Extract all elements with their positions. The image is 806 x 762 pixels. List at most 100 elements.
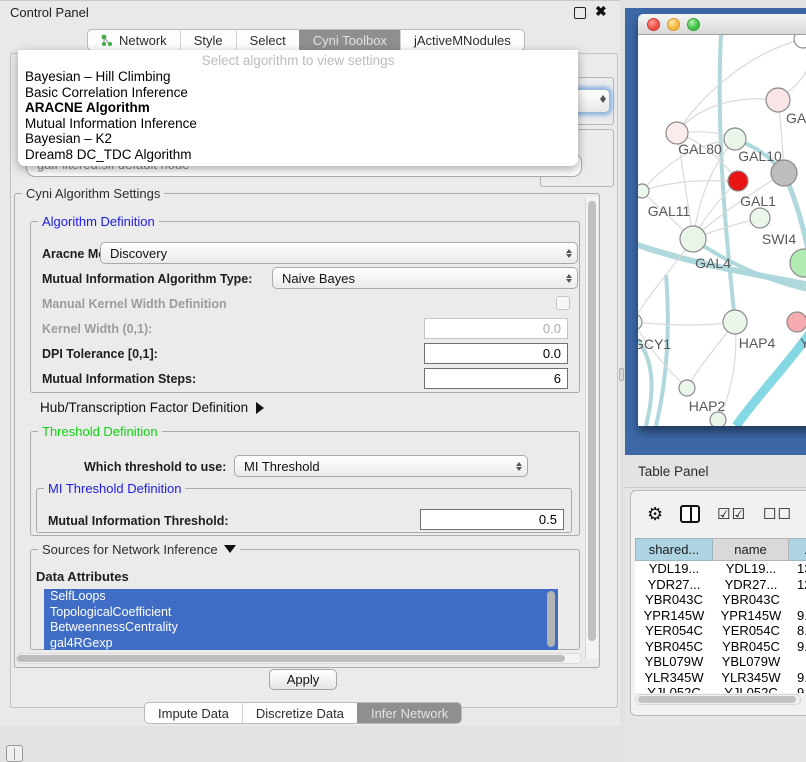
tab-label: Infer Network — [371, 706, 448, 721]
tab-jactivemnodules[interactable]: jActiveMNodules — [400, 30, 524, 50]
attribute-list-item[interactable]: TopologicalCoefficient — [44, 605, 558, 621]
table-row[interactable]: YJL052CYJL052C9 — [635, 685, 806, 693]
network-canvas[interactable]: GALGAL80GAL10GAL11GAL1SWI4GAL4GCY1HAP4YH… — [638, 35, 806, 426]
aracne-mode-combobox[interactable]: Discovery — [100, 242, 578, 264]
float-panel-icon[interactable] — [574, 7, 586, 19]
table-row[interactable]: YBL079WYBL079W — [635, 654, 806, 670]
algorithm-option[interactable]: ARACNE Algorithm — [18, 100, 578, 116]
tab-label: jActiveMNodules — [414, 33, 511, 48]
settings-gear-icon[interactable]: ⚙ — [647, 505, 663, 523]
table-horizontal-scrollbar[interactable] — [635, 694, 801, 705]
settings-horizontal-scrollbar[interactable] — [16, 653, 582, 664]
node-label: SWI4 — [762, 231, 796, 247]
table-cell: YDR27... — [713, 577, 789, 593]
apply-button[interactable]: Apply — [269, 669, 337, 690]
network-node[interactable] — [728, 171, 748, 191]
table-card: ⚙ ☑☑ ☐☐ shared... name A YDL19...YDL19..… — [630, 490, 806, 716]
deselect-all-checkbox-icon[interactable]: ☐☐ — [763, 505, 792, 523]
table-cell: 8. — [789, 623, 806, 639]
network-node[interactable] — [724, 128, 746, 150]
network-node[interactable] — [679, 380, 695, 396]
settings-vertical-scrollbar[interactable] — [585, 197, 598, 659]
algorithm-option[interactable]: Dream8 DC_TDC Algorithm — [18, 147, 578, 163]
tab-cyni-toolbox[interactable]: Cyni Toolbox — [299, 30, 400, 50]
attribute-list-item[interactable]: gal4RGexp — [44, 636, 558, 651]
table-row[interactable]: YBR043CYBR043C — [635, 592, 806, 608]
network-node[interactable] — [787, 312, 806, 332]
attribute-list-item[interactable]: SelfLoops — [44, 589, 558, 605]
table-cell: 9 — [789, 685, 806, 693]
panel-splitter-handle[interactable] — [619, 368, 624, 381]
algorithm-option[interactable]: Mutual Information Inference — [18, 116, 578, 132]
dropdown-hint: Select algorithm to view settings — [18, 53, 578, 69]
close-window-icon[interactable] — [647, 18, 660, 31]
zoom-window-icon[interactable] — [687, 18, 700, 31]
algorithm-option[interactable]: Bayesian – Hill Climbing — [18, 69, 578, 85]
collapsed-arrow-icon — [256, 402, 264, 414]
network-window-titlebar[interactable] — [638, 14, 806, 35]
table-cell: YLR345W — [713, 670, 789, 686]
dpi-tolerance-field[interactable]: 0.0 — [424, 343, 568, 364]
table-cell: YDL19... — [635, 561, 713, 577]
network-node[interactable] — [790, 249, 806, 277]
which-threshold-combobox[interactable]: MI Threshold — [234, 455, 528, 477]
table-row[interactable]: YDR27...YDR27...12 — [635, 577, 806, 593]
group-title: Threshold Definition — [38, 424, 162, 439]
table-cell: YBR043C — [635, 592, 713, 608]
tab-select[interactable]: Select — [236, 30, 299, 50]
network-node[interactable] — [771, 160, 797, 186]
network-node[interactable] — [766, 88, 790, 112]
network-node[interactable] — [723, 310, 747, 334]
mi-type-combobox[interactable]: Naive Bayes — [272, 267, 578, 289]
table-row[interactable]: YDL19...YDL19...13 — [635, 561, 806, 577]
kernel-width-field[interactable]: 0.0 — [424, 318, 568, 339]
tab-label: Style — [194, 33, 223, 48]
minimize-window-icon[interactable] — [667, 18, 680, 31]
table-row[interactable]: YER054CYER054C8. — [635, 623, 806, 639]
network-node[interactable] — [638, 314, 642, 330]
table-row[interactable]: YPR145WYPR145W9. — [635, 608, 806, 624]
select-all-checkbox-icon[interactable]: ☑☑ — [717, 505, 746, 523]
manual-kernel-checkbox[interactable] — [556, 296, 570, 310]
combobox-arrows-icon — [561, 274, 577, 283]
tab-network[interactable]: Network — [88, 30, 180, 50]
split-column-icon[interactable] — [680, 505, 700, 523]
group-title: Algorithm Definition — [38, 214, 159, 229]
close-panel-icon[interactable]: ✖ — [595, 3, 607, 20]
algorithm-option[interactable]: Bayesian – K2 — [18, 131, 578, 147]
table-cell: YJL052C — [713, 685, 789, 693]
kernel-width-label: Kernel Width (0,1): — [42, 322, 152, 336]
hub-factor-section[interactable]: Hub/Transcription Factor Definition — [40, 400, 264, 415]
network-node[interactable] — [750, 208, 770, 228]
mi-type-label: Mutual Information Algorithm Type: — [42, 272, 252, 286]
data-attributes-list[interactable]: SelfLoopsTopologicalCoefficientBetweenne… — [44, 589, 558, 650]
table-row[interactable]: YLR345WYLR345W9. — [635, 670, 806, 686]
mi-steps-label: Mutual Information Steps: — [42, 372, 196, 386]
network-node[interactable] — [680, 226, 706, 252]
table-row[interactable]: YBR045CYBR045C9. — [635, 639, 806, 655]
mi-threshold-field[interactable]: 0.5 — [420, 509, 564, 530]
group-title: Cyni Algorithm Settings — [22, 186, 164, 201]
column-header-third[interactable]: A — [789, 538, 806, 561]
table-cell: YJL052C — [635, 685, 713, 693]
network-icon — [101, 34, 113, 47]
network-window: GALGAL80GAL10GAL11GAL1SWI4GAL4GCY1HAP4YH… — [638, 14, 806, 426]
network-node[interactable] — [710, 412, 726, 426]
sources-title[interactable]: Sources for Network Inference — [38, 542, 240, 557]
mi-steps-field[interactable]: 6 — [424, 368, 568, 389]
table-cell: YPR145W — [635, 608, 713, 624]
restore-panel-icon[interactable] — [6, 745, 23, 762]
tab-style[interactable]: Style — [180, 30, 236, 50]
attributes-scrollbar[interactable] — [545, 590, 557, 649]
network-node[interactable] — [794, 35, 806, 48]
tab-discretize-data[interactable]: Discretize Data — [242, 703, 357, 723]
tab-impute-data[interactable]: Impute Data — [145, 703, 242, 723]
table-cell: YBR045C — [635, 639, 713, 655]
column-header-shared-name[interactable]: shared... — [635, 538, 713, 561]
algorithm-option[interactable]: Basic Correlation Inference — [18, 85, 578, 101]
column-header-name[interactable]: name — [713, 538, 789, 561]
attribute-list-item[interactable]: BetweennessCentrality — [44, 620, 558, 636]
table-cell — [789, 592, 806, 608]
tab-infer-network[interactable]: Infer Network — [357, 703, 461, 723]
network-node[interactable] — [638, 184, 649, 198]
